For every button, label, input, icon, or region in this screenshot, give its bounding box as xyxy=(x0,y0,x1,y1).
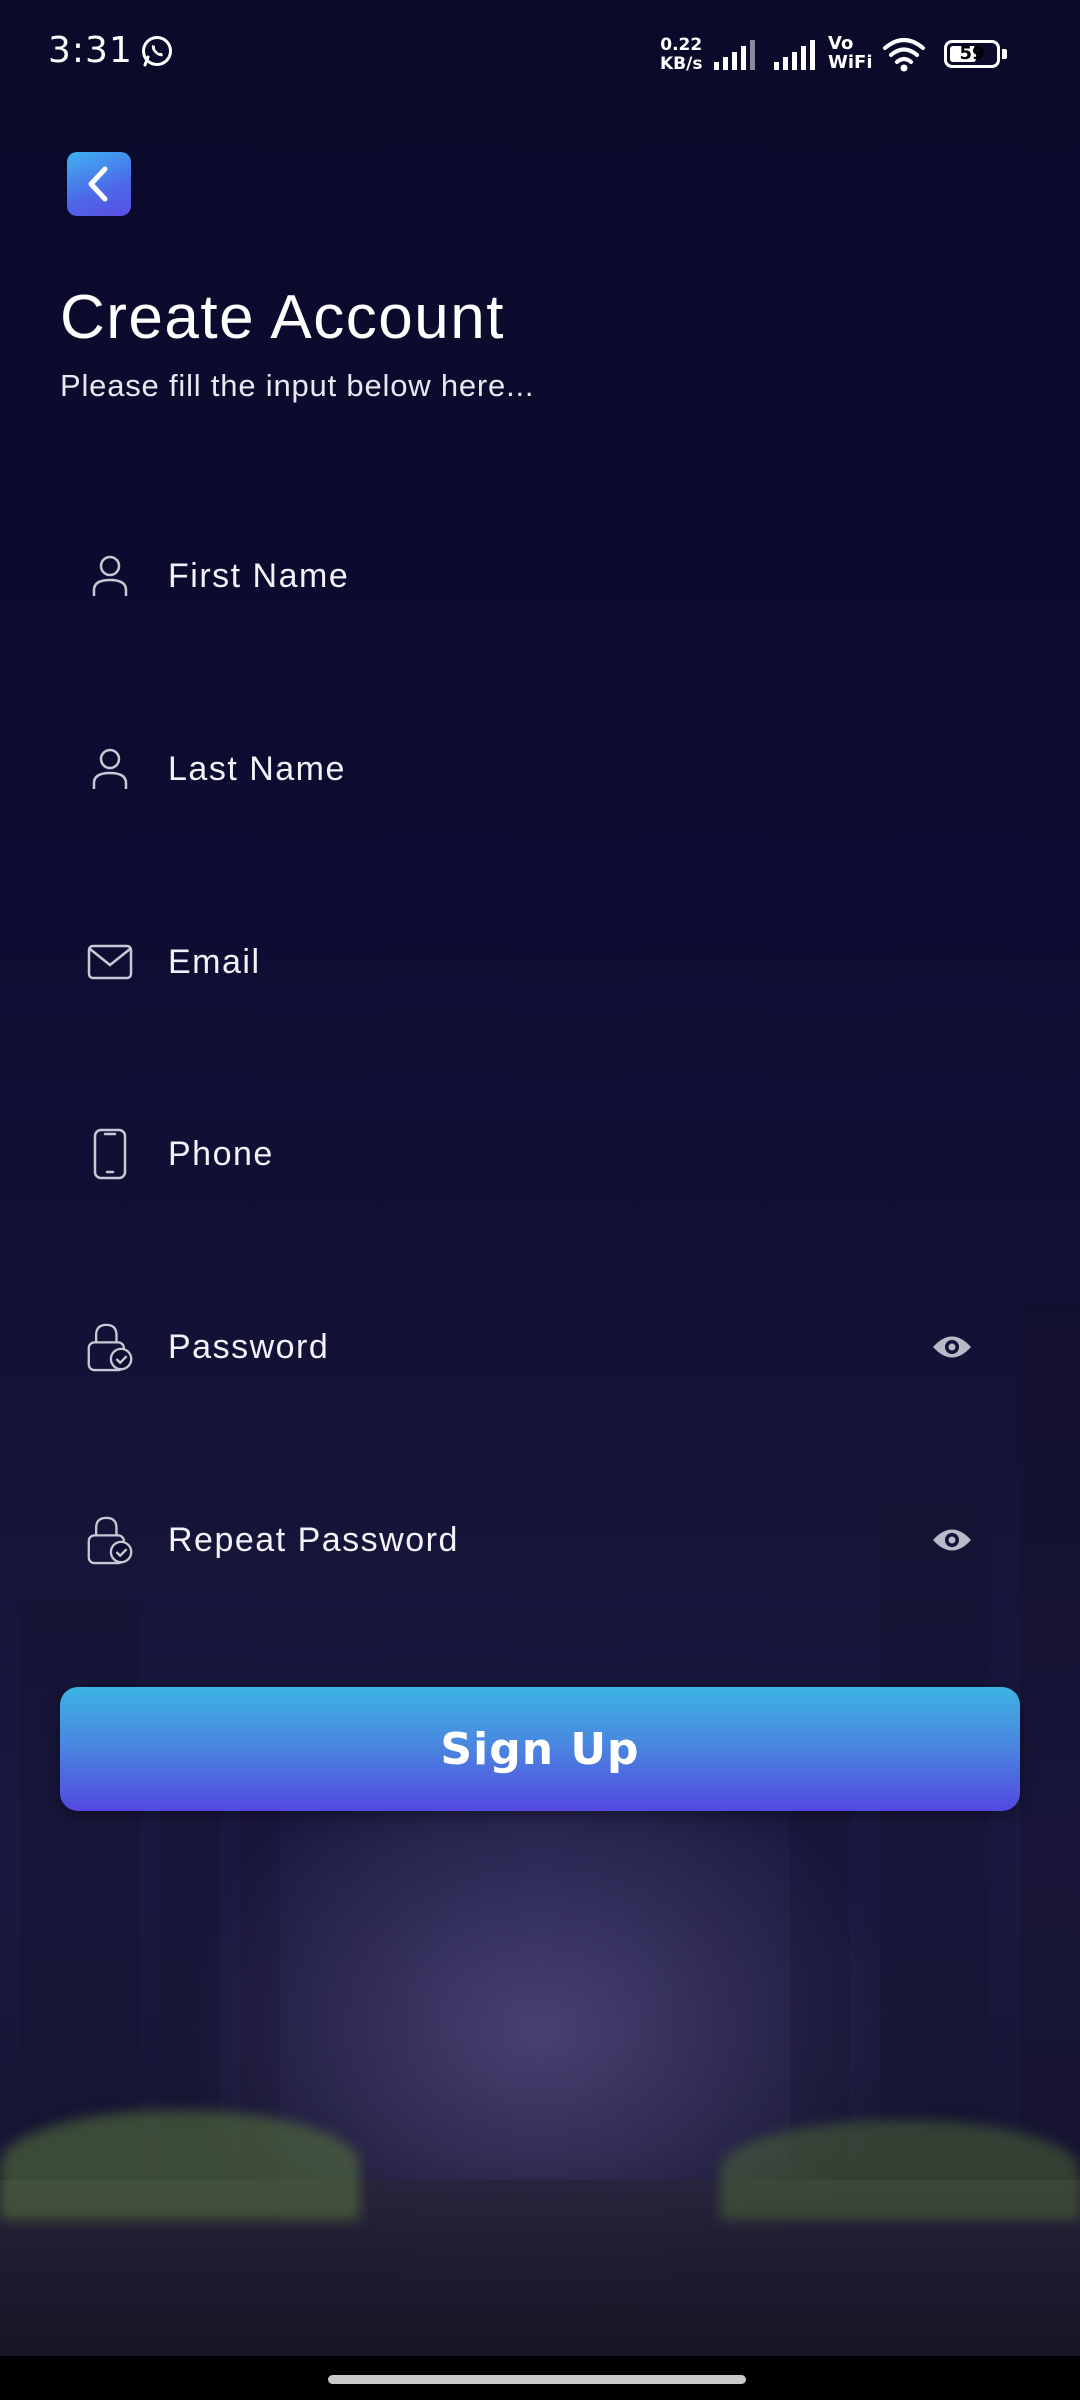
eye-icon[interactable] xyxy=(928,1516,976,1564)
page-subtitle: Please fill the input below here... xyxy=(60,368,535,403)
network-speed: 0.22 KB/s xyxy=(660,36,702,74)
eye-icon[interactable] xyxy=(928,1323,976,1371)
home-indicator[interactable] xyxy=(328,2375,746,2384)
user-icon xyxy=(86,552,134,600)
email-input[interactable] xyxy=(166,921,970,1003)
lock-check-icon xyxy=(86,1516,134,1565)
status-time: 3:31 xyxy=(48,30,133,71)
first-name-field xyxy=(60,516,1020,636)
vowifi-indicator: Vo WiFi xyxy=(828,34,873,72)
signal-icon-1 xyxy=(714,40,755,70)
vo-label: Vo xyxy=(828,33,854,54)
first-name-input[interactable] xyxy=(166,535,970,617)
network-speed-unit: KB/s xyxy=(660,54,703,74)
mail-icon xyxy=(86,938,134,986)
wifi-icon xyxy=(883,38,925,72)
phone-field xyxy=(60,1094,1020,1214)
password-input[interactable] xyxy=(166,1306,970,1388)
email-field xyxy=(60,902,1020,1022)
last-name-input[interactable] xyxy=(166,728,970,810)
battery-tip xyxy=(1002,49,1007,59)
user-icon xyxy=(86,745,134,793)
phone-input[interactable] xyxy=(166,1113,970,1195)
lock-check-icon xyxy=(86,1323,134,1372)
battery-icon: 59 xyxy=(944,40,1000,68)
whatsapp-icon xyxy=(142,36,172,67)
last-name-field xyxy=(60,709,1020,829)
signal-icon-2 xyxy=(774,40,815,70)
chevron-left-icon xyxy=(88,166,108,202)
repeat-password-field xyxy=(60,1480,1020,1600)
network-speed-value: 0.22 xyxy=(660,35,703,55)
status-bar: 3:31 0.22 KB/s Vo WiFi 59 xyxy=(0,0,1080,110)
password-field xyxy=(60,1287,1020,1407)
wifi-label: WiFi xyxy=(828,52,873,73)
phone-icon xyxy=(86,1128,134,1180)
battery-level: 59 xyxy=(959,43,985,64)
page-title: Create Account xyxy=(60,283,505,352)
signup-button[interactable]: Sign Up xyxy=(60,1687,1020,1811)
repeat-password-input[interactable] xyxy=(166,1499,970,1581)
back-button[interactable] xyxy=(67,152,131,216)
